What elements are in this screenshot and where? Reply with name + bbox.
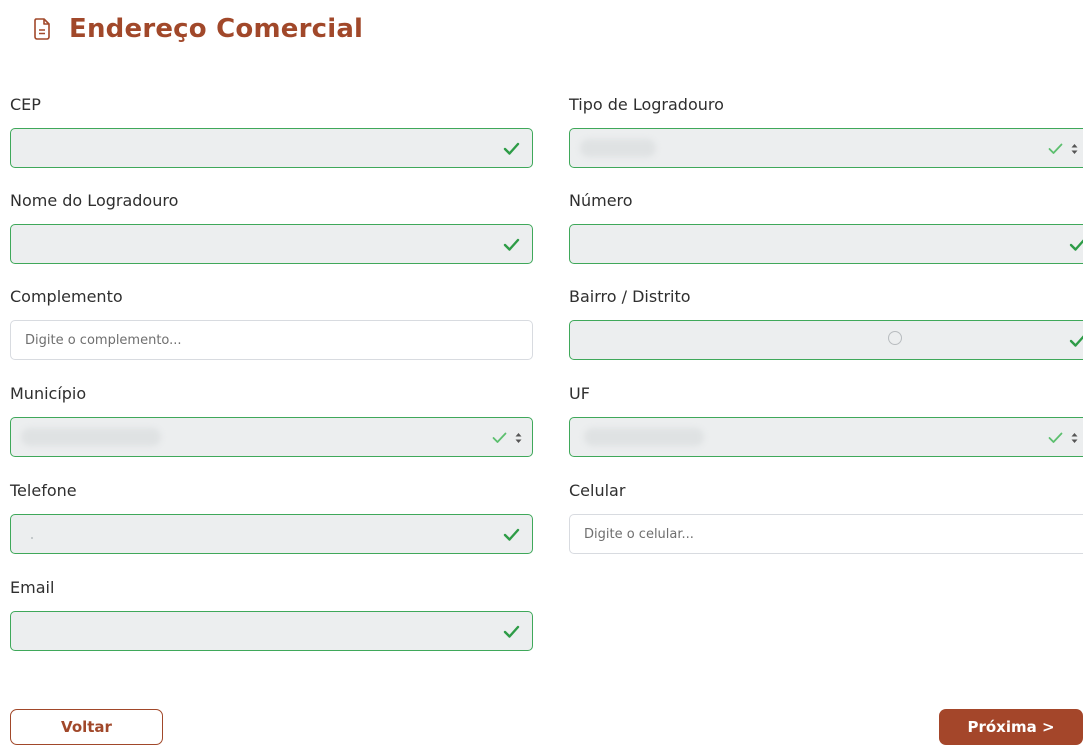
redacted-value [31,537,33,539]
next-button[interactable]: Próxima > [939,709,1083,745]
check-icon [503,238,520,251]
select-indicators [1048,141,1078,156]
tipo-logradouro-select[interactable] [569,128,1083,168]
bairro-field: Bairro / Distrito [569,286,1083,360]
bairro-input[interactable] [569,320,1083,360]
municipio-label: Município [10,384,87,403]
complemento-field: Complemento Digite o complemento... [10,286,533,360]
uf-field: UF [569,383,1083,457]
document-icon [34,18,50,40]
celular-field: Celular Digite o celular... [569,480,1083,554]
loading-spinner-icon [888,331,902,345]
telefone-field: Telefone [10,480,533,554]
municipio-select[interactable] [10,417,533,457]
complemento-label: Complemento [10,287,123,306]
check-icon [1069,239,1083,251]
select-indicators [1048,430,1078,445]
sort-arrows-icon [515,432,522,443]
page-header: Endereço Comercial [33,14,363,44]
telefone-label: Telefone [10,481,77,500]
cep-label: CEP [10,95,41,114]
page-title: Endereço Comercial [69,14,364,44]
email-label: Email [10,578,55,597]
check-icon [503,142,520,155]
numero-input[interactable] [569,224,1083,264]
cep-field: CEP [10,94,533,168]
redacted-value [21,428,161,446]
sort-arrows-icon [1071,143,1078,154]
email-field: Email [10,577,533,651]
tipo-logradouro-field: Tipo de Logradouro [569,94,1083,168]
sort-arrows-icon [1071,432,1078,443]
celular-placeholder: Digite o celular... [584,526,694,542]
check-icon [1069,335,1083,347]
redacted-value [580,139,656,157]
celular-label: Celular [569,481,626,500]
bairro-label: Bairro / Distrito [569,287,691,306]
check-icon [503,528,520,541]
numero-label: Número [569,191,633,210]
nome-logradouro-input[interactable] [10,224,533,264]
check-icon [492,432,507,443]
back-button[interactable]: Voltar [10,709,163,745]
tipo-logradouro-label: Tipo de Logradouro [569,95,724,114]
redacted-value [584,428,704,446]
email-input[interactable] [10,611,533,651]
municipio-field: Município [10,383,533,457]
check-icon [503,625,520,638]
numero-field: Número [569,190,1083,264]
complemento-input[interactable]: Digite o complemento... [10,320,533,360]
celular-input[interactable]: Digite o celular... [569,514,1083,554]
nome-logradouro-label: Nome do Logradouro [10,191,179,210]
cep-input[interactable] [10,128,533,168]
uf-label: UF [569,384,590,403]
nome-logradouro-field: Nome do Logradouro [10,190,533,264]
complemento-placeholder: Digite o complemento... [25,332,182,348]
select-indicators [492,430,522,445]
telefone-input[interactable] [10,514,533,554]
check-icon [1048,432,1063,443]
check-icon [1048,143,1063,154]
uf-select[interactable] [569,417,1083,457]
